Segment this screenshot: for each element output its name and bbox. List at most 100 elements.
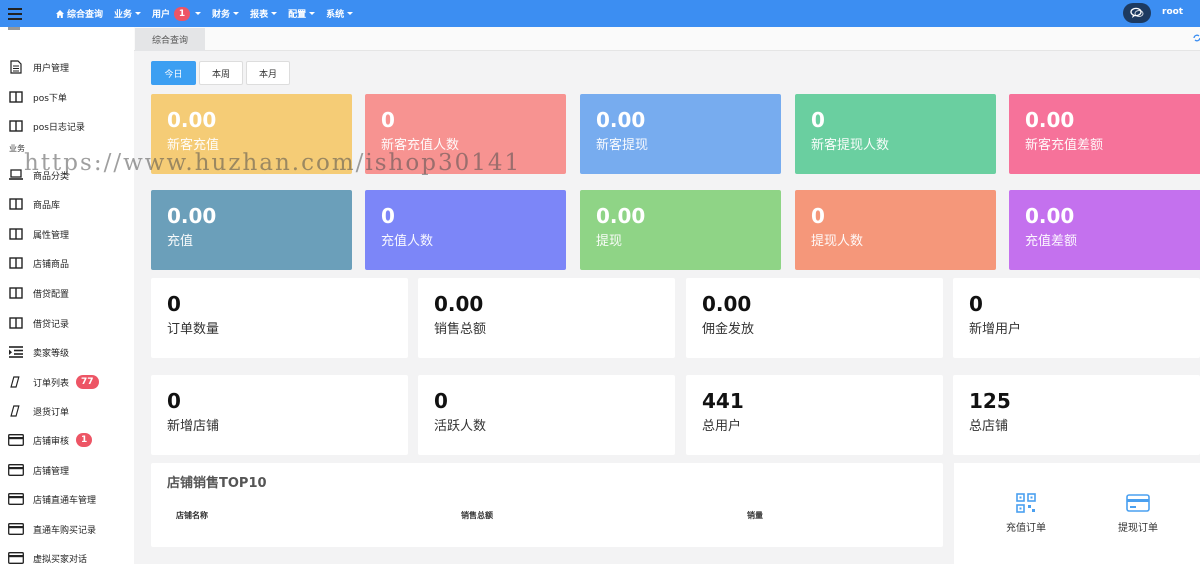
sidebar-item-label: 直通车购买记录 <box>33 525 97 536</box>
summary-label: 订单数量 <box>167 322 220 337</box>
nav-users-label: 用户 <box>152 10 171 20</box>
summary-label: 总店铺 <box>969 419 1009 434</box>
stat-value: 0 <box>811 204 825 228</box>
summary-card: 0.00 销售总额 <box>418 278 675 358</box>
nav-overview[interactable]: 综合查询 <box>56 7 103 20</box>
summary-label: 新增用户 <box>969 322 1022 337</box>
summary-label: 新增店铺 <box>167 419 220 434</box>
stat-card: 0 新客充值人数 <box>365 94 566 174</box>
slash-icon <box>8 403 24 419</box>
summary-card: 0 新增店铺 <box>151 375 408 455</box>
top10-title: 店铺销售TOP10 <box>167 476 267 491</box>
sidebar-item[interactable]: 店铺商品 <box>0 252 134 274</box>
stat-label: 充值人数 <box>381 234 434 249</box>
top-navbar: 综合查询 业务 用户 1 财务 报表 配置 系统 root <box>0 0 1200 27</box>
refresh-icon[interactable] <box>1193 33 1200 43</box>
sidebar-item-label: 店铺商品 <box>33 259 70 270</box>
nav-business[interactable]: 业务 <box>114 7 142 20</box>
sidebar-item[interactable]: 直通车购买记录 <box>0 518 134 540</box>
summary-value: 0 <box>434 389 448 413</box>
nav-users[interactable]: 用户 1 <box>152 6 202 21</box>
sidebar-item[interactable]: 商品分类 <box>0 164 134 186</box>
summary-card: 441 总用户 <box>686 375 943 455</box>
stat-label: 新客提现 <box>596 138 649 153</box>
sidebar-item[interactable]: 店铺审核 1 <box>0 429 134 451</box>
menu-toggle-icon[interactable] <box>0 0 30 27</box>
nav-business-label: 业务 <box>114 10 133 20</box>
period-week-button[interactable]: 本周 <box>199 61 243 85</box>
recharge-orders-label: 充值订单 <box>1006 523 1046 534</box>
sidebar-item[interactable]: 退货订单 <box>0 400 134 422</box>
columns-icon <box>8 196 24 212</box>
stat-label: 新客充值差额 <box>1025 138 1104 153</box>
sidebar-item[interactable]: 订单列表 77 <box>0 371 134 393</box>
document-icon <box>8 59 24 75</box>
sidebar-item-label: 订单列表 <box>33 378 70 389</box>
caret-down-icon <box>135 12 142 15</box>
sidebar-item[interactable]: 借贷配置 <box>0 282 134 304</box>
summary-label: 佣金发放 <box>702 322 755 337</box>
recharge-orders-link[interactable]: 充值订单 <box>991 493 1061 534</box>
nav-reports-label: 报表 <box>250 10 269 20</box>
caret-down-icon <box>195 12 202 15</box>
sidebar-item[interactable]: 属性管理 <box>0 223 134 245</box>
tab-bar: 综合查询 <box>134 27 1200 51</box>
sidebar-item[interactable]: 虚拟买家对话 <box>0 547 134 564</box>
withdraw-orders-link[interactable]: 提现订单 <box>1103 493 1173 534</box>
nav-overview-label: 综合查询 <box>67 10 104 20</box>
sidebar-item-label: pos日志记录 <box>33 122 85 133</box>
sidebar-item-badge: 1 <box>76 433 93 447</box>
top10-panel: 店铺销售TOP10 店铺名称 销售总额 销量 <box>151 463 943 547</box>
period-month-button[interactable]: 本月 <box>246 61 290 85</box>
home-icon <box>56 9 64 18</box>
sidebar-item-label: 商品分类 <box>33 171 70 182</box>
indent-icon <box>8 344 24 360</box>
stat-card: 0 充值人数 <box>365 190 566 270</box>
sidebar-item[interactable]: 店铺管理 <box>0 459 134 481</box>
chat-button[interactable] <box>1123 3 1151 23</box>
sidebar-item-label: 店铺审核 <box>33 436 70 447</box>
stat-value: 0.00 <box>596 204 646 228</box>
card-icon <box>8 521 24 537</box>
summary-value: 0 <box>969 292 983 316</box>
stat-card: 0.00 新客提现 <box>580 94 781 174</box>
sidebar-item-label: 商品库 <box>33 200 61 211</box>
nav-config[interactable]: 配置 <box>288 7 316 20</box>
stat-label: 充值差额 <box>1025 234 1078 249</box>
sidebar-item[interactable]: pos日志记录 <box>0 115 134 137</box>
sidebar-item-badge: 77 <box>76 375 99 389</box>
sidebar-item[interactable]: pos下单 <box>0 86 134 108</box>
caret-down-icon <box>309 12 316 15</box>
summary-value: 0.00 <box>434 292 484 316</box>
stat-value: 0.00 <box>167 108 217 132</box>
stat-card: 0.00 提现 <box>580 190 781 270</box>
sidebar-item[interactable]: 用户管理 <box>0 56 134 78</box>
current-user[interactable]: root <box>1162 7 1183 17</box>
period-today-button[interactable]: 今日 <box>151 61 196 85</box>
sidebar-item[interactable]: 借贷记录 <box>0 312 134 334</box>
nav-reports[interactable]: 报表 <box>250 7 278 20</box>
sidebar-item-label: 属性管理 <box>33 230 70 241</box>
stat-card: 0.00 新客充值 <box>151 94 352 174</box>
qr-code-icon <box>1016 493 1036 513</box>
columns-icon <box>8 89 24 105</box>
sidebar-item-label: pos下单 <box>33 93 67 104</box>
nav-finance-label: 财务 <box>212 10 231 20</box>
sidebar: 业务 用户管理 pos下单 pos日志记录 商品分类 商品库 属性管理 店铺商品 借贷配置 借贷… <box>0 27 134 564</box>
sidebar-item[interactable]: 店铺直通车管理 <box>0 488 134 510</box>
tab-overview[interactable]: 综合查询 <box>135 28 205 51</box>
nav-finance[interactable]: 财务 <box>212 7 240 20</box>
sidebar-item-label: 用户管理 <box>33 63 70 74</box>
sidebar-item[interactable]: 卖家等级 <box>0 341 134 363</box>
summary-label: 销售总额 <box>434 322 487 337</box>
stat-value: 0.00 <box>1025 108 1075 132</box>
sidebar-item-label: 店铺直通车管理 <box>33 495 97 506</box>
summary-card: 0 新增用户 <box>953 278 1200 358</box>
withdraw-orders-label: 提现订单 <box>1118 523 1158 534</box>
summary-card: 0 订单数量 <box>151 278 408 358</box>
stat-label: 新客提现人数 <box>811 138 890 153</box>
stat-value: 0.00 <box>167 204 217 228</box>
nav-system[interactable]: 系统 <box>326 7 354 20</box>
sidebar-item[interactable]: 商品库 <box>0 193 134 215</box>
nav-users-badge: 1 <box>174 6 191 21</box>
